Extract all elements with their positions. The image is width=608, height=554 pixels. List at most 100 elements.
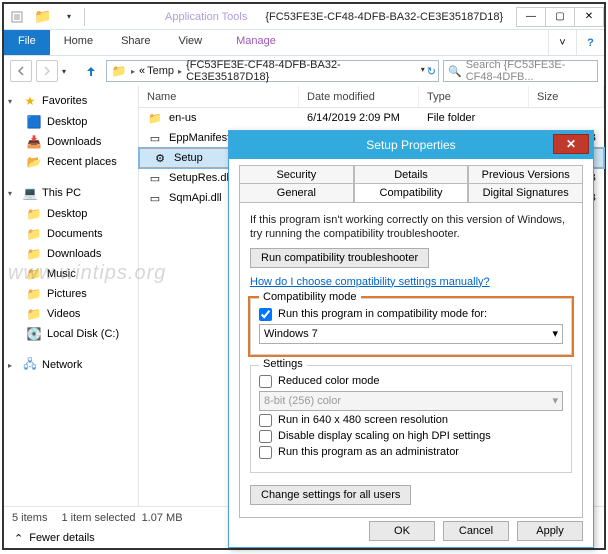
- chevron-right-icon[interactable]: ▸: [176, 67, 184, 76]
- pc-icon: 💻: [22, 185, 38, 201]
- search-placeholder: Search {FC53FE3E-CF48-4DFB...: [466, 59, 593, 83]
- tab-compatibility[interactable]: Compatibility: [354, 183, 469, 202]
- tree-favorites[interactable]: ▾★Favorites: [4, 90, 138, 112]
- file-type: File folder: [419, 112, 529, 124]
- crumb-guid[interactable]: {FC53FE3E-CF48-4DFB-BA32-CE3E35187D18}: [186, 59, 419, 83]
- run-as-admin-checkbox[interactable]: Run this program as an administrator: [259, 446, 563, 459]
- search-input[interactable]: 🔍 Search {FC53FE3E-CF48-4DFB...: [443, 60, 598, 82]
- change-all-users-button[interactable]: Change settings for all users: [250, 485, 411, 505]
- file-name: SetupRes.dll: [169, 172, 231, 184]
- refresh-icon[interactable]: ↻: [427, 65, 436, 78]
- search-icon: 🔍: [448, 65, 462, 78]
- ok-button[interactable]: OK: [369, 521, 435, 541]
- file-icon: 📁: [147, 110, 163, 126]
- dialog-title: Setup Properties ✕: [229, 131, 593, 159]
- qa-dropdown-icon[interactable]: ▾: [60, 8, 78, 26]
- minimize-button[interactable]: —: [516, 7, 546, 27]
- chevron-right-icon[interactable]: ▸: [129, 67, 137, 76]
- ribbon-share[interactable]: Share: [107, 30, 164, 55]
- context-tab-label: Application Tools: [157, 9, 255, 25]
- tree-pc-pictures[interactable]: 📁Pictures: [4, 284, 138, 304]
- nav-back-button[interactable]: [10, 60, 32, 82]
- downloads-icon: 📥: [26, 134, 42, 150]
- tree-fav-downloads[interactable]: 📥Downloads: [4, 132, 138, 152]
- file-row[interactable]: 📁 en-us 6/14/2019 2:09 PMFile folder: [139, 108, 604, 128]
- address-bar[interactable]: 📁 ▸ « Temp ▸ {FC53FE3E-CF48-4DFB-BA32-CE…: [106, 60, 439, 82]
- tree-network[interactable]: ▸🖧Network: [4, 354, 138, 376]
- tree-pc-downloads[interactable]: 📁Downloads: [4, 244, 138, 264]
- cancel-button[interactable]: Cancel: [443, 521, 509, 541]
- folder-icon: 📁: [26, 306, 42, 322]
- nav-up-button[interactable]: [80, 60, 102, 82]
- folder-icon: 📁: [26, 266, 42, 282]
- ribbon-home[interactable]: Home: [50, 30, 107, 55]
- tab-digital-signatures[interactable]: Digital Signatures: [468, 183, 583, 202]
- ribbon-help-icon[interactable]: ?: [576, 30, 604, 55]
- disable-dpi-checkbox[interactable]: Disable display scaling on high DPI sett…: [259, 430, 563, 443]
- compat-mode-group: Compatibility mode Run this program in c…: [250, 298, 572, 355]
- nav-forward-button[interactable]: [36, 60, 58, 82]
- col-size[interactable]: Size: [529, 86, 604, 107]
- dialog-close-button[interactable]: ✕: [553, 134, 589, 154]
- tree-pc-documents[interactable]: 📁Documents: [4, 224, 138, 244]
- qa-properties-icon[interactable]: [8, 8, 26, 26]
- settings-label: Settings: [259, 358, 307, 370]
- file-date: 6/14/2019 2:09 PM: [299, 112, 419, 124]
- compat-help-link[interactable]: How do I choose compatibility settings m…: [250, 276, 572, 288]
- tree-pc-music[interactable]: 📁Music: [4, 264, 138, 284]
- tree-favorites-label: Favorites: [42, 95, 87, 107]
- address-dropdown-icon[interactable]: ▾: [421, 65, 425, 78]
- folder-icon: 📁: [111, 63, 127, 79]
- compat-intro: If this program isn't working correctly …: [250, 213, 572, 242]
- tree-pc-localdisk[interactable]: 💽Local Disk (C:): [4, 324, 138, 344]
- col-date[interactable]: Date modified: [299, 86, 419, 107]
- tree-network-label: Network: [42, 359, 82, 371]
- compat-mode-checkbox[interactable]: Run this program in compatibility mode f…: [259, 308, 563, 321]
- file-icon: ▭: [147, 190, 163, 206]
- chevron-down-icon: ▾: [552, 394, 558, 407]
- chevron-up-icon: ⌃: [14, 532, 23, 545]
- nav-tree[interactable]: ▾★Favorites 🟦Desktop 📥Downloads 📂Recent …: [4, 86, 139, 522]
- close-button[interactable]: ✕: [574, 7, 604, 27]
- nav-history-dropdown[interactable]: ▾: [62, 67, 76, 76]
- file-icon: ⚙: [152, 150, 168, 166]
- compat-os-select[interactable]: Windows 7▾: [259, 324, 563, 344]
- compat-mode-label: Compatibility mode: [259, 291, 361, 303]
- tree-fav-recent[interactable]: 📂Recent places: [4, 152, 138, 172]
- file-name: en-us: [169, 112, 197, 124]
- tab-details[interactable]: Details: [354, 165, 469, 184]
- file-icon: ▭: [147, 130, 163, 146]
- tab-general[interactable]: General: [239, 183, 354, 202]
- maximize-button[interactable]: ▢: [545, 7, 575, 27]
- breadcrumb-prefix: «: [139, 65, 145, 77]
- recent-icon: 📂: [26, 154, 42, 170]
- file-name: Setup: [174, 152, 203, 164]
- status-items: 5 items: [12, 512, 47, 524]
- settings-group: Settings Reduced color mode 8-bit (256) …: [250, 365, 572, 473]
- tab-security[interactable]: Security: [239, 165, 354, 184]
- properties-dialog: Setup Properties ✕ Security Details Prev…: [228, 130, 594, 548]
- col-name[interactable]: Name: [139, 86, 299, 107]
- crumb-temp[interactable]: Temp: [147, 65, 174, 77]
- tab-previous-versions[interactable]: Previous Versions: [468, 165, 583, 184]
- apply-button[interactable]: Apply: [517, 521, 583, 541]
- tree-fav-desktop[interactable]: 🟦Desktop: [4, 112, 138, 132]
- file-name: SqmApi.dll: [169, 192, 222, 204]
- ribbon-file[interactable]: File: [4, 30, 50, 55]
- ribbon-expand-icon[interactable]: ˅: [548, 30, 576, 55]
- status-selected: 1 item selected 1.07 MB: [61, 512, 182, 524]
- tree-thispc[interactable]: ▾💻This PC: [4, 182, 138, 204]
- qa-newfolder-icon[interactable]: 📁: [34, 8, 52, 26]
- tree-pc-desktop[interactable]: 📁Desktop: [4, 204, 138, 224]
- fewer-details-link[interactable]: ⌃Fewer details: [4, 528, 105, 548]
- tree-pc-videos[interactable]: 📁Videos: [4, 304, 138, 324]
- window-title: {FC53FE3E-CF48-4DFB-BA32-CE3E35187D18}: [255, 11, 517, 23]
- ribbon-manage[interactable]: Manage: [222, 30, 290, 55]
- run-troubleshooter-button[interactable]: Run compatibility troubleshooter: [250, 248, 429, 268]
- col-type[interactable]: Type: [419, 86, 529, 107]
- run-640x480-checkbox[interactable]: Run in 640 x 480 screen resolution: [259, 414, 563, 427]
- ribbon-view[interactable]: View: [164, 30, 216, 55]
- folder-icon: 📁: [26, 286, 42, 302]
- folder-icon: 📁: [26, 246, 42, 262]
- reduced-color-checkbox[interactable]: Reduced color mode: [259, 375, 563, 388]
